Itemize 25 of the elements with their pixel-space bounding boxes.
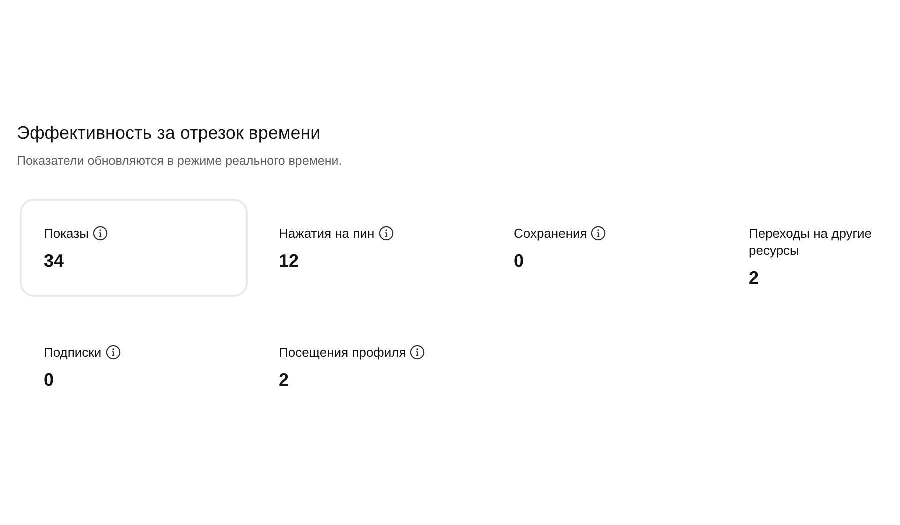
metric-label: Посещения профиля — [279, 344, 406, 361]
metric-card[interactable]: Сохранения 0 — [490, 199, 718, 297]
info-icon[interactable] — [92, 226, 108, 241]
metric-label: Нажатия на пин — [279, 225, 375, 242]
metric-label: Подписки — [44, 344, 102, 361]
metric-label: Переходы на другие ресурсы — [749, 225, 874, 259]
section-subtitle: Показатели обновляются в режиме реального времени. — [17, 153, 342, 170]
metric-label: Показы — [44, 225, 89, 242]
metric-label: Сохранения — [514, 225, 588, 242]
metric-card[interactable]: Подписки 0 — [20, 318, 248, 416]
info-icon[interactable] — [591, 226, 606, 241]
info-icon[interactable] — [410, 345, 426, 360]
metric-value: 2 — [749, 268, 760, 288]
metric-value: 0 — [44, 370, 54, 390]
info-icon[interactable] — [378, 226, 394, 241]
metric-card[interactable]: Посещения профиля 2 — [255, 318, 483, 416]
metric-value: 34 — [44, 251, 64, 271]
info-icon[interactable] — [106, 345, 121, 360]
metric-value: 12 — [279, 251, 300, 271]
metric-card[interactable]: Переходы на другие ресурсы 2 — [725, 199, 895, 297]
metric-value: 2 — [279, 370, 290, 390]
metric-card[interactable]: Показы 34 — [20, 199, 248, 297]
metric-card[interactable]: Нажатия на пин 12 — [255, 199, 483, 297]
metric-value: 0 — [514, 251, 524, 271]
section-title: Эффективность за отрезок времени — [17, 122, 321, 144]
